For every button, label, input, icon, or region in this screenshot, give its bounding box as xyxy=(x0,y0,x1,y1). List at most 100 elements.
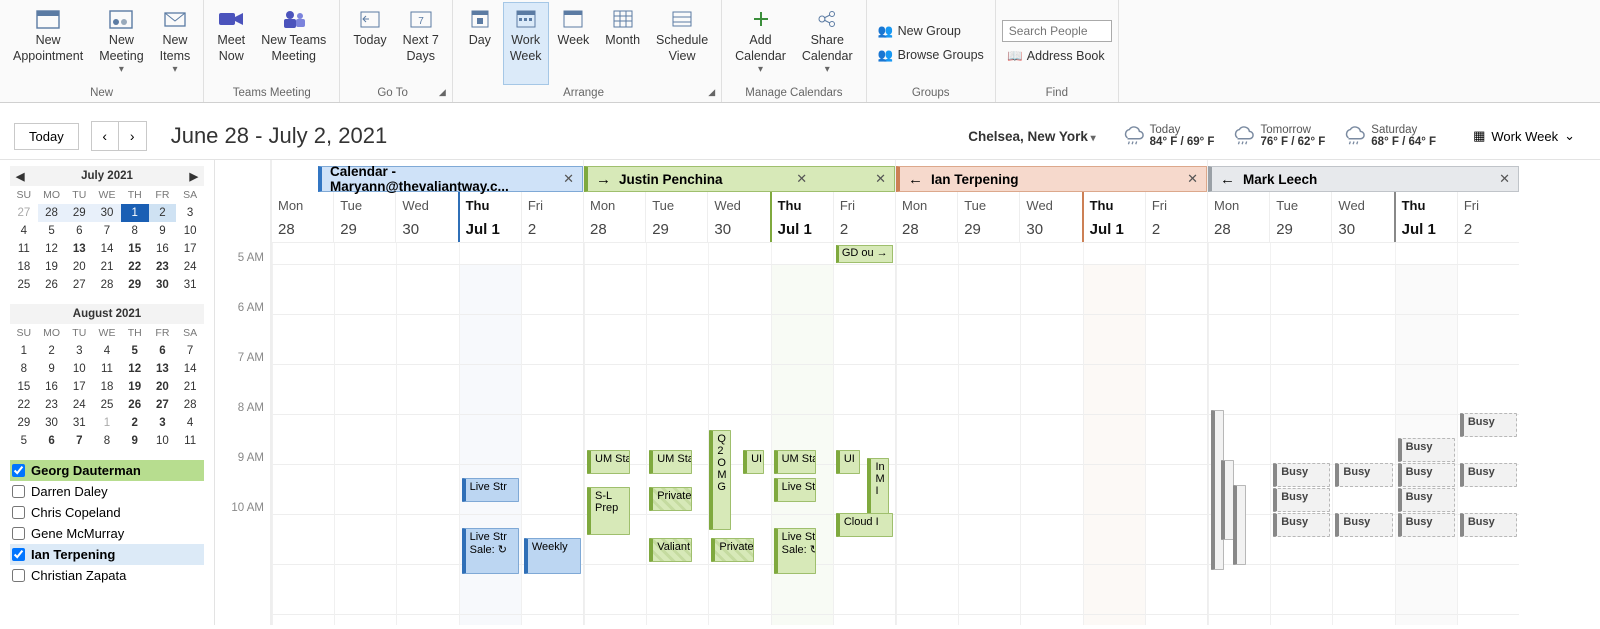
month-view-button[interactable]: Month xyxy=(598,2,647,85)
calendar-event[interactable]: Cloud I xyxy=(836,513,893,537)
calendar-person-row[interactable]: Gene McMurray xyxy=(10,523,204,544)
day-header[interactable]: Tue29 xyxy=(957,192,1019,242)
mini-cal-day[interactable]: 10 xyxy=(65,360,93,378)
mini-cal-day[interactable]: 4 xyxy=(93,342,121,360)
next-month-button[interactable]: ▶ xyxy=(190,170,198,183)
day-header[interactable]: Tue29 xyxy=(333,192,395,242)
week-view-button[interactable]: Week xyxy=(551,2,597,85)
calendar-person-row[interactable]: Georg Dauterman xyxy=(10,460,204,481)
new-appointment-button[interactable]: New Appointment xyxy=(6,2,90,85)
calendar-event[interactable]: Busy xyxy=(1335,513,1392,537)
mini-cal-day[interactable]: 8 xyxy=(10,360,38,378)
panel-arrow-icon[interactable]: ← xyxy=(908,171,923,188)
person-checkbox[interactable] xyxy=(12,485,25,498)
mini-cal-day[interactable]: 2 xyxy=(121,414,149,432)
mini-cal-day[interactable]: 9 xyxy=(121,432,149,450)
mini-cal-day[interactable]: 15 xyxy=(121,240,149,258)
mini-cal-day[interactable]: 3 xyxy=(176,204,204,222)
calendar-person-row[interactable]: Ian Terpening xyxy=(10,544,204,565)
mini-cal-day[interactable]: 10 xyxy=(176,222,204,240)
allday-slot[interactable] xyxy=(1270,243,1332,264)
day-header[interactable]: Mon28 xyxy=(1208,192,1269,242)
allday-slot[interactable] xyxy=(958,243,1020,264)
mini-cal-day[interactable]: 7 xyxy=(93,222,121,240)
mini-cal-day[interactable]: 27 xyxy=(65,276,93,294)
goto-today-button[interactable]: Today xyxy=(14,123,79,150)
day-column[interactable]: UM StaPrivateValiant xyxy=(646,265,708,625)
mini-cal-day[interactable]: 19 xyxy=(121,378,149,396)
day-column[interactable] xyxy=(1145,265,1207,625)
work-week-view-button[interactable]: Work Week xyxy=(503,2,549,85)
allday-slot[interactable] xyxy=(272,243,334,264)
next-week-button[interactable]: › xyxy=(119,121,147,151)
mini-cal-day[interactable]: 5 xyxy=(38,222,66,240)
day-column[interactable]: BusyBusyBusy xyxy=(1270,265,1332,625)
calendar-event[interactable]: UI xyxy=(836,450,860,474)
schedule-view-button[interactable]: Schedule View xyxy=(649,2,715,85)
next-7-days-button[interactable]: 7Next 7 Days xyxy=(396,2,446,85)
day-column[interactable]: UI InMICloud I xyxy=(833,265,895,625)
day-header[interactable]: ThuJul 1 xyxy=(770,192,833,242)
calendar-person-row[interactable]: Christian Zapata xyxy=(10,565,204,586)
mini-cal-day[interactable]: 12 xyxy=(38,240,66,258)
mini-cal-day[interactable]: 13 xyxy=(149,360,177,378)
allday-slot[interactable] xyxy=(1208,243,1270,264)
mini-cal-day[interactable]: 24 xyxy=(176,258,204,276)
calendar-event[interactable]: InMI xyxy=(867,458,888,518)
calendar-event[interactable]: Busy xyxy=(1335,463,1392,487)
person-checkbox[interactable] xyxy=(12,506,25,519)
mini-cal-day[interactable]: 1 xyxy=(121,204,149,222)
day-header[interactable]: Mon28 xyxy=(584,192,645,242)
meet-now-button[interactable]: Meet Now xyxy=(210,2,252,85)
day-header[interactable]: ThuJul 1 xyxy=(1082,192,1145,242)
mini-cal-day[interactable]: 26 xyxy=(38,276,66,294)
person-checkbox[interactable] xyxy=(12,569,25,582)
mini-cal-day[interactable]: 30 xyxy=(149,276,177,294)
mini-cal-day[interactable]: 1 xyxy=(93,414,121,432)
day-column[interactable] xyxy=(958,265,1020,625)
mini-cal-day[interactable]: 3 xyxy=(65,342,93,360)
mini-cal-day[interactable]: 26 xyxy=(121,396,149,414)
mini-cal-day[interactable]: 22 xyxy=(10,396,38,414)
allday-slot[interactable] xyxy=(896,243,958,264)
prev-month-button[interactable]: ◀ xyxy=(16,170,24,183)
close-icon[interactable]: ✕ xyxy=(875,171,886,187)
mini-cal-day[interactable]: 3 xyxy=(149,414,177,432)
mini-cal-day[interactable]: 8 xyxy=(93,432,121,450)
calendar-event[interactable]: Valiant xyxy=(649,538,692,562)
mini-cal-day[interactable]: 10 xyxy=(149,432,177,450)
day-header[interactable]: Fri2 xyxy=(1457,192,1519,242)
mini-cal-day[interactable]: 13 xyxy=(65,240,93,258)
calendar-event[interactable]: Busy xyxy=(1398,488,1455,512)
day-header[interactable]: Wed30 xyxy=(395,192,457,242)
mini-cal-day[interactable]: 15 xyxy=(10,378,38,396)
mini-cal-day[interactable]: 21 xyxy=(93,258,121,276)
day-column[interactable]: Q2OMGUIPrivate xyxy=(708,265,770,625)
mini-cal-day[interactable]: 31 xyxy=(176,276,204,294)
person-checkbox[interactable] xyxy=(12,527,25,540)
new-meeting-button[interactable]: New Meeting xyxy=(92,2,150,85)
calendar-event[interactable]: Q2OMG xyxy=(709,430,730,530)
panel-arrow-icon[interactable]: ← xyxy=(1220,171,1235,188)
allday-slot[interactable] xyxy=(1332,243,1394,264)
day-view-button[interactable]: Day xyxy=(459,2,501,85)
calendar-event[interactable]: S-LPrep xyxy=(587,487,630,535)
day-header[interactable]: Fri2 xyxy=(521,192,583,242)
mini-cal-day[interactable]: 22 xyxy=(121,258,149,276)
day-column[interactable]: UM StaLive StrLive StrSale: ↻ xyxy=(771,265,833,625)
browse-groups-button[interactable]: 👥Browse Groups xyxy=(873,45,989,67)
mini-cal-day[interactable]: 29 xyxy=(65,204,93,222)
panel-tab[interactable]: ←Mark Leech✕ xyxy=(1208,166,1519,192)
allday-slot[interactable] xyxy=(396,243,458,264)
calendar-event[interactable]: Busy xyxy=(1398,463,1455,487)
day-column[interactable] xyxy=(334,265,396,625)
day-header[interactable]: Fri2 xyxy=(833,192,895,242)
mini-cal-day[interactable]: 7 xyxy=(176,342,204,360)
mini-cal-day[interactable]: 5 xyxy=(121,342,149,360)
day-header[interactable]: Mon28 xyxy=(272,192,333,242)
mini-cal-day[interactable]: 25 xyxy=(93,396,121,414)
calendar-event[interactable]: Private xyxy=(649,487,692,511)
mini-cal-day[interactable]: 17 xyxy=(176,240,204,258)
calendar-event[interactable]: Live Str xyxy=(462,478,519,502)
day-header[interactable]: Wed30 xyxy=(1019,192,1081,242)
